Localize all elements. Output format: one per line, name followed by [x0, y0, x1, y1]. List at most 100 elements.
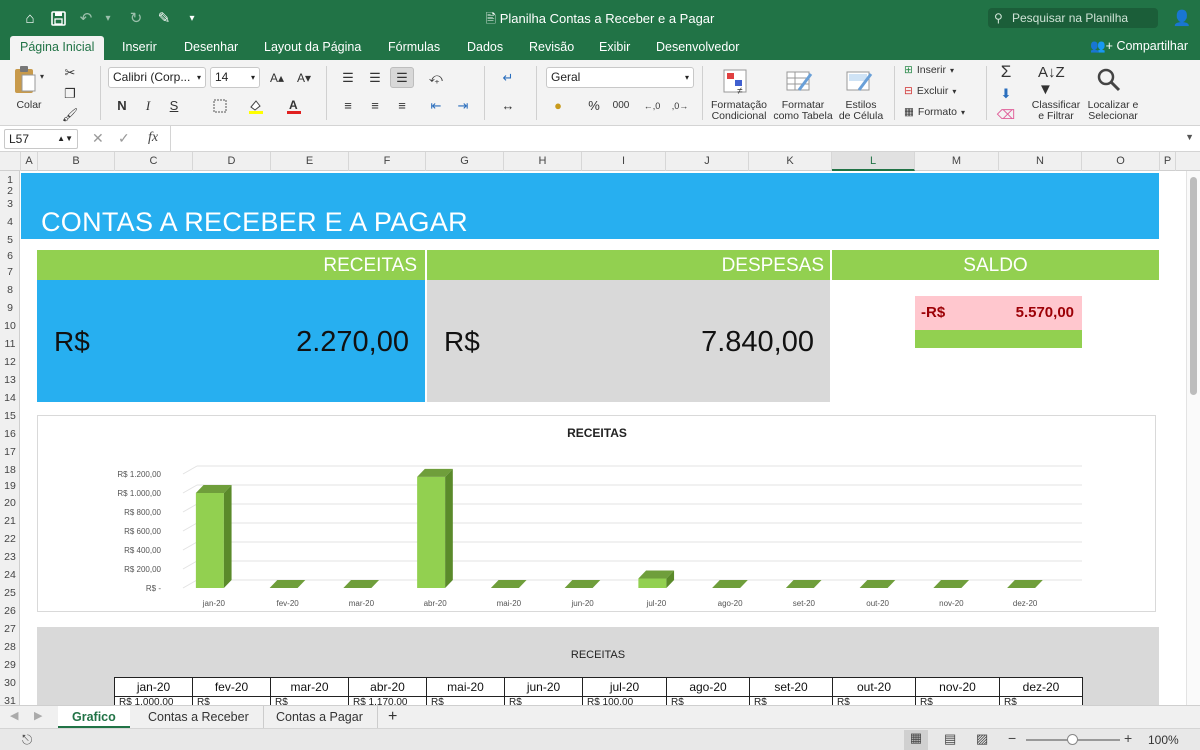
- tab-desenvolvedor[interactable]: Desenvolvedor: [646, 36, 749, 60]
- table-header-set-20[interactable]: set-20: [749, 677, 833, 697]
- align-center-icon[interactable]: ≡: [363, 95, 387, 116]
- increase-font-icon[interactable]: A▴: [265, 67, 289, 88]
- align-middle-icon[interactable]: ☰: [363, 67, 387, 88]
- borders-icon[interactable]: [208, 95, 232, 116]
- conditional-format-icon[interactable]: ≠: [720, 66, 754, 98]
- conditional-format-label[interactable]: Formatação Condicional: [706, 100, 772, 122]
- row-header-14[interactable]: 14: [0, 392, 20, 404]
- table-cell[interactable]: R$: [999, 696, 1083, 705]
- table-cell[interactable]: R$: [832, 696, 916, 705]
- find-select-icon[interactable]: [1094, 64, 1124, 96]
- sheet-tab-grafico[interactable]: Grafico: [58, 706, 130, 728]
- column-header-i[interactable]: I: [582, 152, 666, 171]
- table-header-abr-20[interactable]: abr-20: [348, 677, 427, 697]
- bold-button[interactable]: N: [110, 95, 134, 116]
- tab-revisao[interactable]: Revisão: [519, 36, 584, 60]
- table-cell[interactable]: R$: [749, 696, 833, 705]
- decrease-decimal-icon[interactable]: ,0→: [668, 95, 692, 116]
- italic-button[interactable]: I: [136, 95, 160, 116]
- percent-button[interactable]: %: [582, 95, 606, 116]
- sort-filter-label[interactable]: Classificar e Filtrar: [1028, 100, 1084, 122]
- currency-icon[interactable]: ●: [546, 95, 570, 116]
- macro-record-icon[interactable]: ⎋: [22, 732, 32, 748]
- table-header-jun-20[interactable]: jun-20: [504, 677, 583, 697]
- tab-dados[interactable]: Dados: [457, 36, 513, 60]
- row-header-21[interactable]: 21: [0, 515, 20, 527]
- copy-icon[interactable]: ❐: [58, 83, 82, 104]
- worksheet-grid[interactable]: CONTAS A RECEBER E A PAGAR RECEITAS DESP…: [21, 171, 1186, 705]
- font-name-select[interactable]: Calibri (Corp... ▾: [108, 67, 206, 88]
- formula-input[interactable]: [176, 131, 1176, 147]
- table-header-dez-20[interactable]: dez-20: [999, 677, 1083, 697]
- row-header-16[interactable]: 16: [0, 428, 20, 440]
- paste-button[interactable]: [12, 64, 38, 96]
- format-as-table-icon[interactable]: [783, 66, 817, 98]
- table-header-jan-20[interactable]: jan-20: [114, 677, 193, 697]
- column-header-j[interactable]: J: [666, 152, 749, 171]
- thousands-button[interactable]: 000: [609, 95, 633, 116]
- table-header-nov-20[interactable]: nov-20: [915, 677, 1000, 697]
- row-header-3[interactable]: 3: [0, 198, 20, 210]
- scrollbar-thumb[interactable]: [1190, 177, 1197, 395]
- merge-center-icon[interactable]: ↔: [496, 95, 520, 116]
- fill-icon[interactable]: ⬇: [994, 83, 1018, 104]
- row-header-25[interactable]: 25: [0, 587, 20, 599]
- row-header-30[interactable]: 30: [0, 677, 20, 689]
- prev-sheet-icon[interactable]: ◀: [10, 709, 18, 722]
- vertical-scrollbar[interactable]: [1186, 171, 1200, 705]
- row-header-11[interactable]: 11: [0, 338, 20, 350]
- paste-dropdown-icon[interactable]: ▾: [40, 72, 44, 81]
- next-sheet-icon[interactable]: ▶: [34, 709, 42, 722]
- tab-layout-da-pagina[interactable]: Layout da Página: [254, 36, 371, 60]
- table-header-ago-20[interactable]: ago-20: [666, 677, 750, 697]
- column-header-b[interactable]: B: [38, 152, 115, 171]
- zoom-level[interactable]: 100%: [1148, 733, 1179, 747]
- function-icon[interactable]: fx: [148, 130, 158, 146]
- column-header-p[interactable]: P: [1160, 152, 1176, 171]
- column-header-g[interactable]: G: [426, 152, 504, 171]
- cut-icon[interactable]: ✂: [58, 62, 82, 83]
- table-cell[interactable]: R$: [270, 696, 349, 705]
- row-header-24[interactable]: 24: [0, 569, 20, 581]
- table-header-mai-20[interactable]: mai-20: [426, 677, 505, 697]
- receitas-chart[interactable]: RECEITAS R$ - R$ 200,00 R$ 400,00 R$ 600,00 R…: [37, 415, 1156, 612]
- row-header-27[interactable]: 27: [0, 623, 20, 635]
- row-header-4[interactable]: 4: [0, 216, 20, 228]
- sheet-tab-contas-a-pagar[interactable]: Contas a Pagar: [262, 706, 378, 728]
- name-box[interactable]: L57 ▲▼: [4, 129, 78, 149]
- table-cell[interactable]: R$ 1.170,00: [348, 696, 427, 705]
- column-header-n[interactable]: N: [999, 152, 1082, 171]
- user-account-icon[interactable]: 👤: [1172, 8, 1192, 28]
- row-header-12[interactable]: 12: [0, 356, 20, 368]
- fill-color-icon[interactable]: [244, 95, 268, 116]
- row-header-22[interactable]: 22: [0, 533, 20, 545]
- table-cell[interactable]: R$: [504, 696, 583, 705]
- row-header-23[interactable]: 23: [0, 551, 20, 563]
- zoom-slider-thumb[interactable]: [1067, 734, 1078, 745]
- table-header-jul-20[interactable]: jul-20: [582, 677, 667, 697]
- cell-styles-icon[interactable]: [843, 66, 877, 98]
- table-cell[interactable]: R$: [192, 696, 271, 705]
- table-header-mar-20[interactable]: mar-20: [270, 677, 349, 697]
- enter-icon[interactable]: ✓: [118, 130, 130, 147]
- tab-exibir[interactable]: Exibir: [589, 36, 640, 60]
- column-header-d[interactable]: D: [193, 152, 271, 171]
- zoom-in-icon[interactable]: +: [1124, 730, 1132, 746]
- cell-styles-label[interactable]: Estilos de Célula: [832, 100, 890, 122]
- orientation-icon[interactable]: ⤽: [424, 67, 448, 88]
- tab-inserir[interactable]: Inserir: [112, 36, 167, 60]
- add-sheet-button[interactable]: +: [374, 706, 411, 728]
- align-right-icon[interactable]: ≡: [390, 95, 414, 116]
- column-header-m[interactable]: M: [915, 152, 999, 171]
- row-header-13[interactable]: 13: [0, 374, 20, 386]
- tab-formulas[interactable]: Fórmulas: [378, 36, 450, 60]
- number-format-select[interactable]: Geral ▾: [546, 67, 694, 88]
- column-header-h[interactable]: H: [504, 152, 582, 171]
- decrease-font-icon[interactable]: A▾: [292, 67, 316, 88]
- row-header-8[interactable]: 8: [0, 284, 20, 296]
- sort-filter-icon[interactable]: A↓Z ▼: [1038, 64, 1074, 98]
- row-header-9[interactable]: 9: [0, 302, 20, 314]
- row-header-17[interactable]: 17: [0, 446, 20, 458]
- row-header-28[interactable]: 28: [0, 641, 20, 653]
- delete-cells-button[interactable]: ⊟ Excluir ▾: [904, 85, 956, 97]
